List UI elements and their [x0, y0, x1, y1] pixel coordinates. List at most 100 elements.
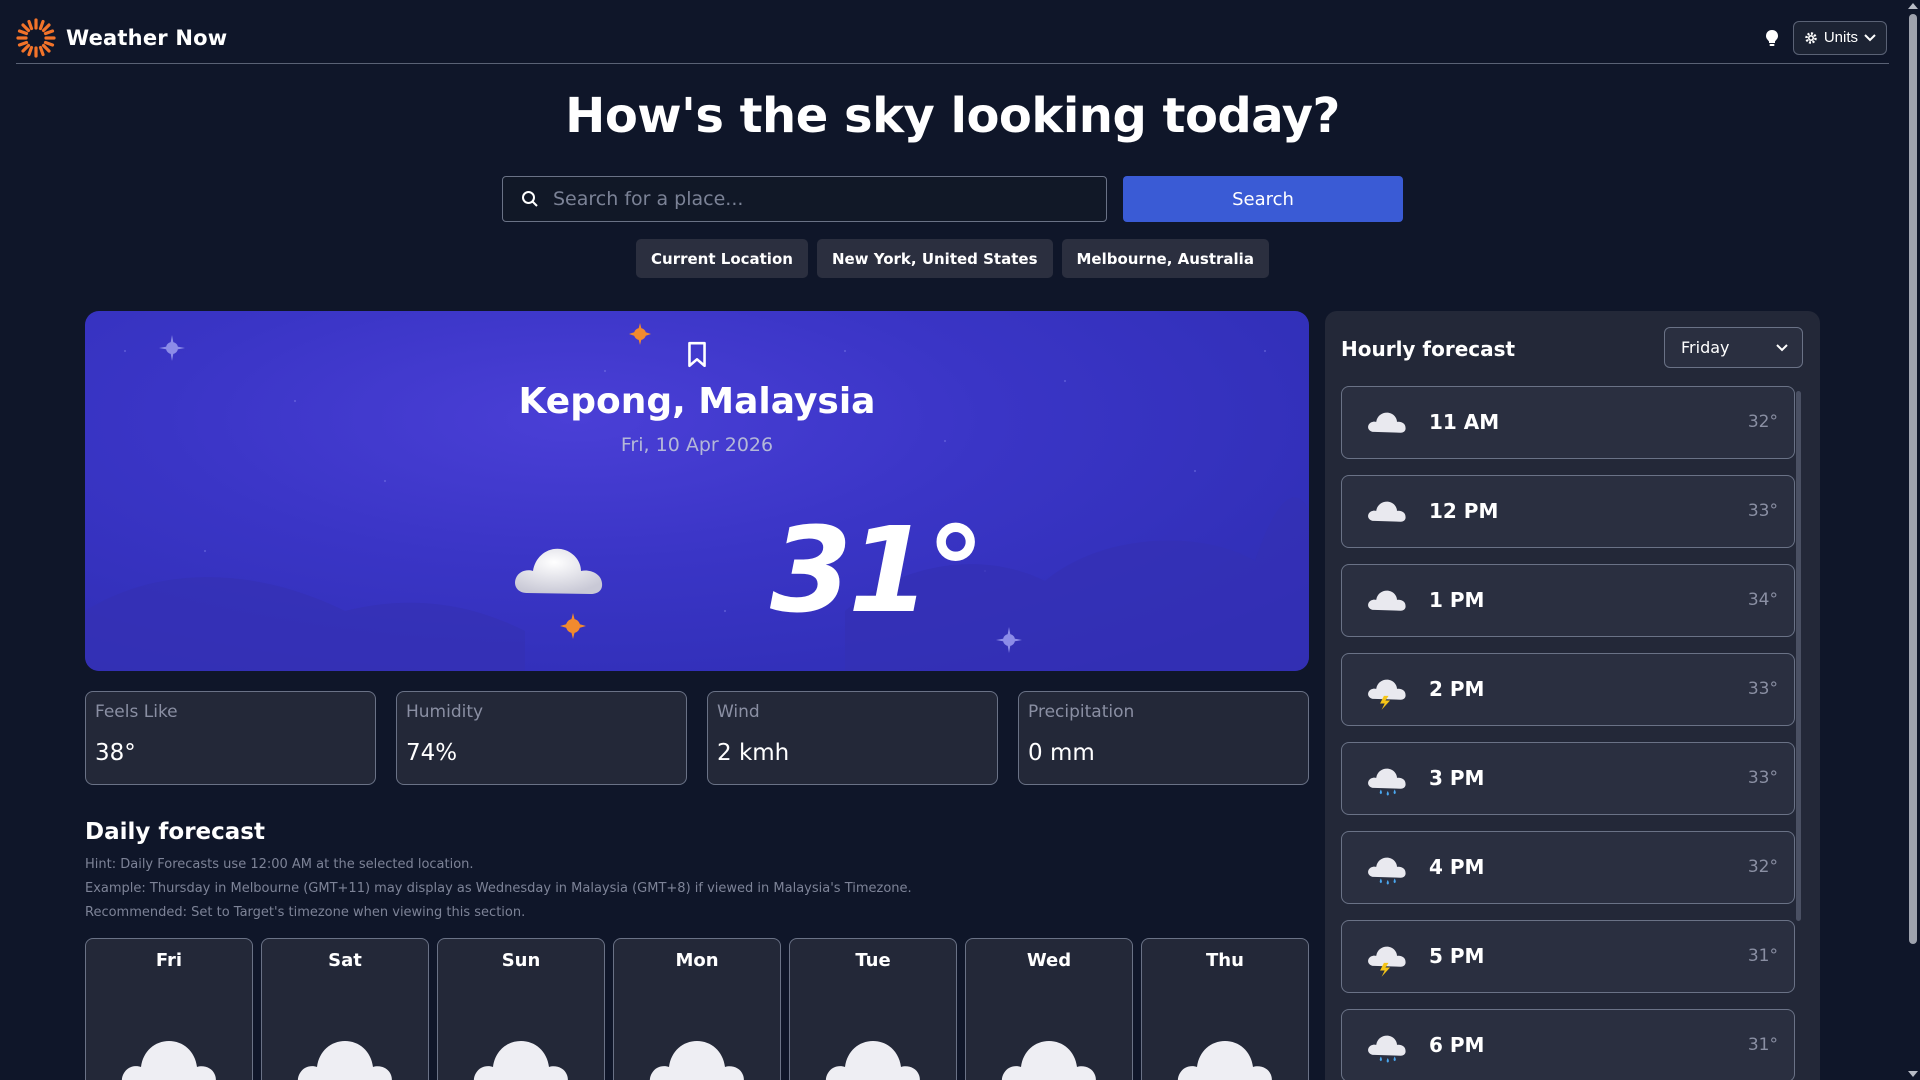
cloud-icon: [515, 548, 603, 594]
daily-card[interactable]: Mon: [613, 938, 781, 1080]
hourly-row[interactable]: 2 PM 33°: [1341, 653, 1795, 726]
search-icon: [522, 191, 538, 207]
hourly-row[interactable]: 4 PM 32°: [1341, 831, 1795, 904]
day-name: Thu: [1206, 950, 1244, 971]
hour-time: 12 PM: [1429, 499, 1499, 523]
stat-label: Humidity: [406, 702, 484, 722]
daily-card[interactable]: Sun: [437, 938, 605, 1080]
units-dropdown-button[interactable]: Units: [1792, 20, 1887, 55]
day-name: Sat: [328, 950, 362, 971]
rain-icon: [1367, 1028, 1407, 1072]
hour-time: 3 PM: [1429, 766, 1485, 790]
hourly-row[interactable]: 11 AM 32°: [1341, 386, 1795, 459]
cloud-icon: [1367, 583, 1407, 627]
quick-locations: Current Location New York, United States…: [0, 239, 1905, 278]
day-select-dropdown[interactable]: Friday: [1664, 327, 1803, 368]
scroll-down-arrow[interactable]: [1908, 1071, 1918, 1077]
current-weather-card: Kepong, Malaysia Fri, 10 Apr 2026 31°: [85, 311, 1309, 671]
daily-card[interactable]: Fri: [85, 938, 253, 1080]
hour-temp: 32°: [1747, 412, 1778, 432]
daily-forecast-title: Daily forecast: [85, 819, 265, 845]
day-name: Sun: [501, 950, 541, 971]
hourly-row[interactable]: 12 PM 33°: [1341, 475, 1795, 548]
day-name: Fri: [155, 950, 183, 971]
hour-temp: 33°: [1747, 679, 1778, 699]
stat-humidity: Humidity 74%: [396, 691, 687, 785]
hint-line: Recommended: Set to Target's timezone wh…: [85, 905, 526, 920]
hour-temp: 31°: [1747, 946, 1778, 966]
gear-icon: [1805, 31, 1817, 44]
hour-temp: 33°: [1747, 768, 1778, 788]
daily-card[interactable]: Tue: [789, 938, 957, 1080]
current-date: Fri, 10 Apr 2026: [620, 434, 774, 456]
cloud-sun-icon: [1177, 1041, 1272, 1080]
cloud-sun-icon: [121, 1041, 216, 1080]
hourly-row[interactable]: 3 PM 33°: [1341, 742, 1795, 815]
stat-label: Wind: [717, 702, 760, 722]
location-name: Kepong, Malaysia: [518, 381, 876, 422]
stat-value: 38°: [95, 740, 136, 766]
hour-time: 6 PM: [1429, 1033, 1485, 1057]
scrollbar-thumb[interactable]: [1909, 14, 1917, 944]
stat-precipitation: Precipitation 0 mm: [1018, 691, 1309, 785]
day-name: Wed: [1026, 950, 1072, 971]
hour-time: 4 PM: [1429, 855, 1485, 879]
bookmark-icon[interactable]: [684, 341, 710, 369]
hour-time: 5 PM: [1429, 944, 1485, 968]
quick-location-new-york[interactable]: New York, United States: [816, 239, 1053, 278]
hourly-forecast-title: Hourly forecast: [1341, 337, 1516, 361]
hour-temp: 31°: [1747, 1035, 1778, 1055]
thunderstorm-icon: [1367, 939, 1407, 983]
daily-card[interactable]: Wed: [965, 938, 1133, 1080]
cloud-sun-icon: [649, 1041, 744, 1080]
current-temperature: 31°: [770, 501, 985, 639]
day-name: Tue: [855, 950, 891, 971]
hourly-list[interactable]: 11 AM 32° 12 PM 33° 1 PM 34° 2 PM 33° 3 PM 33° 4 P…: [1341, 386, 1795, 1080]
cloud-icon: [1367, 405, 1407, 449]
hour-temp: 34°: [1747, 590, 1778, 610]
quick-location-melbourne[interactable]: Melbourne, Australia: [1061, 239, 1269, 278]
scroll-up-arrow[interactable]: [1908, 3, 1918, 9]
brand[interactable]: Weather Now: [16, 16, 227, 60]
hour-temp: 33°: [1747, 501, 1778, 521]
search-button[interactable]: Search: [1123, 176, 1403, 222]
hourly-row[interactable]: 6 PM 31°: [1341, 1009, 1795, 1080]
hour-time: 2 PM: [1429, 677, 1485, 701]
rain-icon: [1367, 761, 1407, 805]
day-name: Mon: [675, 950, 719, 971]
hour-time: 1 PM: [1429, 588, 1485, 612]
daily-card[interactable]: Thu: [1141, 938, 1309, 1080]
hourly-scrollbar[interactable]: [1796, 391, 1801, 921]
cloud-sun-icon: [825, 1041, 920, 1080]
chevron-down-icon: [1776, 343, 1788, 351]
hint-line: Example: Thursday in Melbourne (GMT+11) …: [85, 881, 912, 896]
chevron-down-icon: [1864, 33, 1876, 41]
weather-stats: Feels Like 38° Humidity 74% Wind 2 kmh P…: [85, 691, 1309, 785]
search-input[interactable]: [553, 188, 1073, 210]
page: Weather Now Units How's the sky looking …: [0, 0, 1920, 1080]
cloud-sun-icon: [1001, 1041, 1096, 1080]
app-title: Weather Now: [66, 25, 228, 50]
lightbulb-icon[interactable]: [1761, 27, 1783, 49]
thunderstorm-icon: [1367, 672, 1407, 716]
hourly-row[interactable]: 5 PM 31°: [1341, 920, 1795, 993]
daily-forecast-hints: Hint: Daily Forecasts use 12:00 AM at th…: [85, 853, 912, 925]
daily-forecast-list: Fri Sat Sun Mon Tue Wed Thu: [85, 938, 1309, 1080]
hour-temp: 32°: [1747, 857, 1778, 877]
cloud-sun-icon: [297, 1041, 392, 1080]
page-headline: How's the sky looking today?: [565, 88, 1340, 144]
search-row: Search: [502, 176, 1403, 222]
search-field[interactable]: [502, 176, 1107, 222]
quick-location-current[interactable]: Current Location: [636, 239, 808, 278]
top-bar: Weather Now Units: [16, 12, 1889, 64]
stat-value: 0 mm: [1028, 740, 1095, 766]
hourly-row[interactable]: 1 PM 34°: [1341, 564, 1795, 637]
hour-time: 11 AM: [1429, 410, 1500, 434]
daily-card[interactable]: Sat: [261, 938, 429, 1080]
sun-logo-icon: [16, 17, 56, 58]
stat-wind: Wind 2 kmh: [707, 691, 998, 785]
page-scrollbar[interactable]: [1905, 0, 1920, 1080]
stat-value: 74%: [406, 740, 458, 766]
stat-label: Precipitation: [1028, 702, 1135, 722]
stat-value: 2 kmh: [717, 740, 790, 766]
